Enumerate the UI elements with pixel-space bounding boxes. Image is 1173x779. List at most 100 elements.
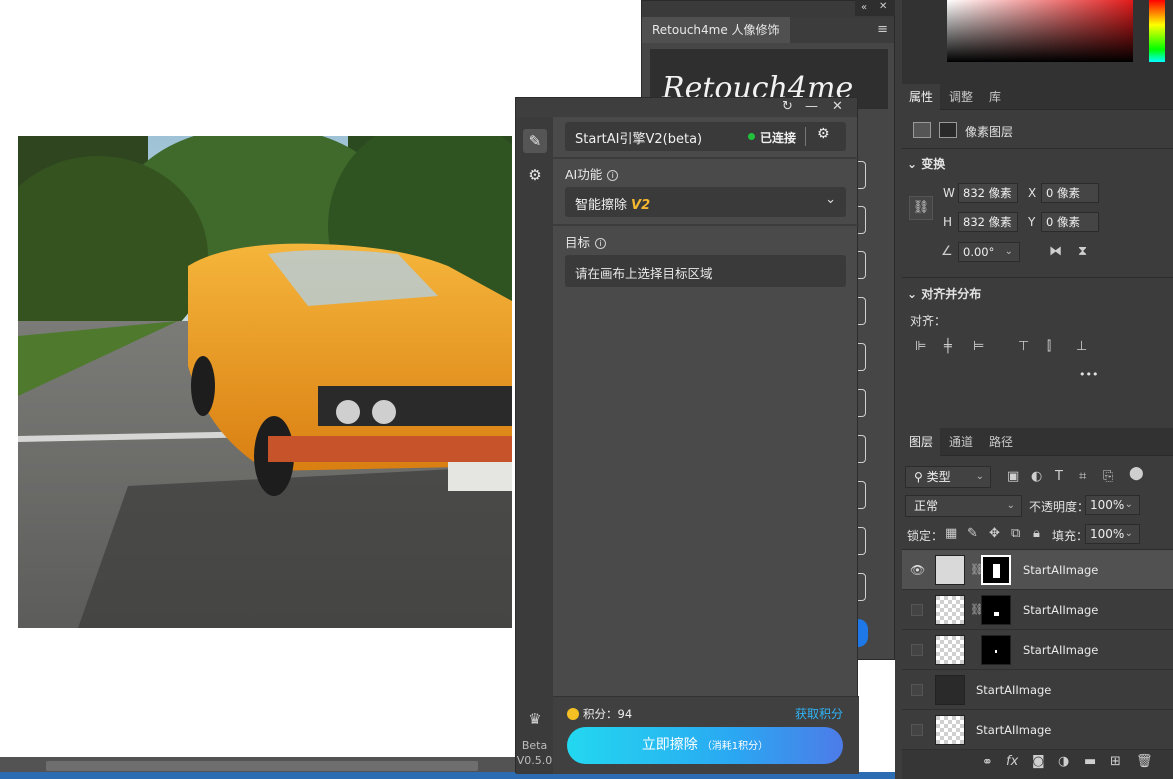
tab-libraries[interactable]: 库 xyxy=(982,84,1008,110)
visibility-toggle[interactable] xyxy=(911,684,923,696)
height-field[interactable]: 832 像素 xyxy=(958,212,1018,232)
layer-mask-thumbnail[interactable] xyxy=(981,635,1011,665)
angle-field[interactable]: 0.00° ⌄ xyxy=(958,242,1020,262)
link-layers-icon[interactable]: ⚭ xyxy=(982,755,993,770)
scrollbar-thumb[interactable] xyxy=(46,761,478,771)
collapse-icon[interactable]: « xyxy=(861,2,867,13)
lock-artboard-icon[interactable]: ⧉ xyxy=(1011,526,1020,541)
connection-status-dot xyxy=(748,133,755,140)
flip-vertical-icon[interactable]: ⧗ xyxy=(1078,244,1087,259)
opacity-field[interactable]: 100% ⌄ xyxy=(1085,495,1140,515)
visibility-toggle[interactable] xyxy=(911,724,923,736)
info-icon[interactable]: i xyxy=(607,170,619,181)
layer-row[interactable]: StartAIImage xyxy=(902,710,1173,750)
tab-properties[interactable]: 属性 xyxy=(902,84,941,110)
startai-footer: 积分：94 获取积分 立即擦除 （消耗1积分） xyxy=(553,696,859,774)
trash-icon[interactable]: 🗑︎ xyxy=(1136,754,1153,769)
panel-menu-icon[interactable]: ≡ xyxy=(877,22,888,37)
align-center-v-icon[interactable]: ⫿ xyxy=(1047,339,1051,354)
close-icon[interactable]: ✕ xyxy=(832,99,843,114)
retouch4me-tab[interactable]: Retouch4me 人像修饰 xyxy=(642,17,790,43)
layer-mask-thumbnail[interactable] xyxy=(981,595,1011,625)
filter-kind-value: 类型 xyxy=(926,470,951,484)
ai-function-label: AI功能 i xyxy=(565,164,619,183)
visibility-toggle[interactable] xyxy=(911,644,923,656)
group-folder-icon[interactable]: ▬ xyxy=(1084,754,1096,769)
points-value: 94 xyxy=(617,707,633,721)
filter-pixel-icon[interactable]: ▣ xyxy=(1007,469,1019,484)
align-center-h-icon[interactable]: ╪ xyxy=(944,339,952,354)
filter-type-icon[interactable]: T xyxy=(1055,469,1063,484)
filter-shape-icon[interactable]: ⌗ xyxy=(1079,469,1086,484)
chevron-down-icon: ⌄ xyxy=(825,192,836,207)
chevron-down-icon: ⌄ xyxy=(1124,528,1133,539)
align-left-icon[interactable]: ⊫ xyxy=(915,339,926,354)
new-layer-icon[interactable]: ⊞ xyxy=(1110,754,1121,769)
flip-horizontal-icon[interactable]: ⧓ xyxy=(1049,244,1062,259)
align-right-icon[interactable]: ⊨ xyxy=(973,339,984,354)
filter-toggle-icon[interactable]: ⬤ xyxy=(1129,466,1144,481)
fx-icon[interactable]: fx xyxy=(1006,754,1018,769)
canvas-image-orange-car[interactable] xyxy=(18,136,512,628)
lock-all-icon[interactable]: 🔒︎ xyxy=(1033,526,1040,541)
erase-button-label: 立即擦除 xyxy=(641,737,698,753)
layer-name[interactable]: StartAIImage xyxy=(976,683,1051,697)
layer-row[interactable]: StartAIImage xyxy=(902,670,1173,710)
layer-name[interactable]: StartAIImage xyxy=(1023,643,1098,657)
layer-mask-thumbnail[interactable] xyxy=(981,555,1011,585)
layer-row[interactable]: StartAIImage xyxy=(902,630,1173,670)
close-icon[interactable]: ✕ xyxy=(879,1,887,12)
lock-brush-icon[interactable]: ✎ xyxy=(967,526,978,541)
fill-field[interactable]: 100% ⌄ xyxy=(1085,524,1140,544)
transform-section-title[interactable]: ⌄ 变换 xyxy=(907,155,945,172)
h-label: H xyxy=(943,215,953,229)
mask-icon[interactable] xyxy=(939,122,957,138)
layer-name[interactable]: StartAIImage xyxy=(1023,603,1098,617)
align-bottom-icon[interactable]: ⊥ xyxy=(1076,339,1087,354)
layer-filter-kind[interactable]: ⚲ 类型 ⌄ xyxy=(905,466,991,488)
visibility-toggle[interactable] xyxy=(911,604,923,616)
tab-paths[interactable]: 路径 xyxy=(982,428,1020,456)
layer-name[interactable]: StartAIImage xyxy=(1023,563,1098,577)
layer-row[interactable]: ⛓ StartAIImage xyxy=(902,590,1173,630)
minimize-icon[interactable]: — xyxy=(805,99,818,114)
more-options-icon[interactable]: ••• xyxy=(1079,368,1098,381)
get-points-link[interactable]: 获取积分 xyxy=(795,705,843,722)
filter-adjustment-icon[interactable]: ◐ xyxy=(1031,469,1042,484)
y-field[interactable]: 0 像素 xyxy=(1041,212,1099,232)
points-label: 积分： xyxy=(583,707,618,721)
crown-icon[interactable]: ♛ xyxy=(523,707,547,731)
adjustment-layer-icon[interactable]: ◑ xyxy=(1058,754,1069,769)
hue-slider[interactable] xyxy=(1149,0,1165,62)
color-picker-field[interactable] xyxy=(947,0,1133,62)
target-area-field[interactable]: 请在画布上选择目标区域 xyxy=(565,255,846,287)
info-icon[interactable]: i xyxy=(595,238,607,249)
filter-smart-object-icon[interactable]: ⎘ xyxy=(1103,469,1113,484)
engine-settings-icon[interactable]: ⚙ xyxy=(817,126,830,142)
ai-function-badge: V2 xyxy=(631,198,651,213)
layer-row[interactable]: 👁︎ ⛓ StartAIImage xyxy=(902,550,1173,590)
section-divider xyxy=(553,157,859,159)
lock-transparent-icon[interactable]: ▦ xyxy=(945,526,957,541)
add-mask-icon[interactable]: ◙ xyxy=(1032,754,1045,769)
tab-channels[interactable]: 通道 xyxy=(942,428,980,456)
edit-tool-icon[interactable]: ✎ xyxy=(523,129,547,153)
link-dimensions-icon[interactable]: ⛓ xyxy=(909,196,933,220)
erase-now-button[interactable]: 立即擦除 （消耗1积分） xyxy=(567,727,843,764)
blend-mode-select[interactable]: 正常 ⌄ xyxy=(905,495,1022,517)
visibility-eye-icon[interactable]: 👁︎ xyxy=(910,563,925,577)
align-section-title[interactable]: ⌄ 对齐并分布 xyxy=(907,285,981,302)
engine-selector[interactable]: StartAI引擎V2(beta) 已连接 ⚙ xyxy=(565,122,846,151)
width-field[interactable]: 832 像素 xyxy=(958,183,1018,203)
x-field[interactable]: 0 像素 xyxy=(1041,183,1099,203)
lock-move-icon[interactable]: ✥ xyxy=(989,526,1000,541)
ai-function-select[interactable]: 智能擦除 V2 ⌄ xyxy=(565,187,846,217)
tab-layers[interactable]: 图层 xyxy=(902,428,941,456)
layer-name[interactable]: StartAIImage xyxy=(976,723,1051,737)
settings-gear-icon[interactable]: ⚙ xyxy=(523,163,547,187)
target-placeholder: 请在画布上选择目标区域 xyxy=(575,266,713,281)
layers-tabs: 图层 通道 路径 xyxy=(902,428,1173,456)
refresh-icon[interactable]: ↻ xyxy=(782,99,793,114)
tab-adjustments[interactable]: 调整 xyxy=(942,84,980,110)
align-top-icon[interactable]: ⊤ xyxy=(1018,339,1029,354)
